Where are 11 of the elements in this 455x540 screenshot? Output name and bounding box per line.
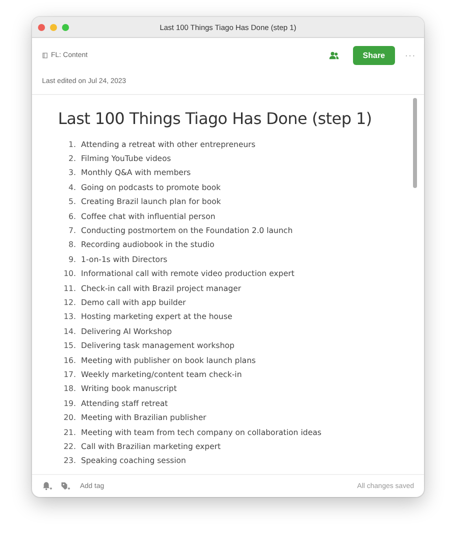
note-title: Last 100 Things Tiago Has Done (step 1): [58, 109, 373, 128]
share-button[interactable]: Share: [352, 46, 395, 64]
close-icon[interactable]: [38, 24, 45, 30]
notebook-icon: [42, 52, 48, 58]
tag-icon[interactable]: [60, 481, 70, 491]
minimize-icon[interactable]: [50, 24, 57, 30]
reminder-bell-icon[interactable]: [42, 481, 52, 491]
more-button[interactable]: ···: [405, 50, 416, 60]
scrollbar-thumb[interactable]: [413, 98, 417, 188]
zoom-icon[interactable]: [62, 24, 69, 30]
people-icon[interactable]: [328, 50, 339, 60]
